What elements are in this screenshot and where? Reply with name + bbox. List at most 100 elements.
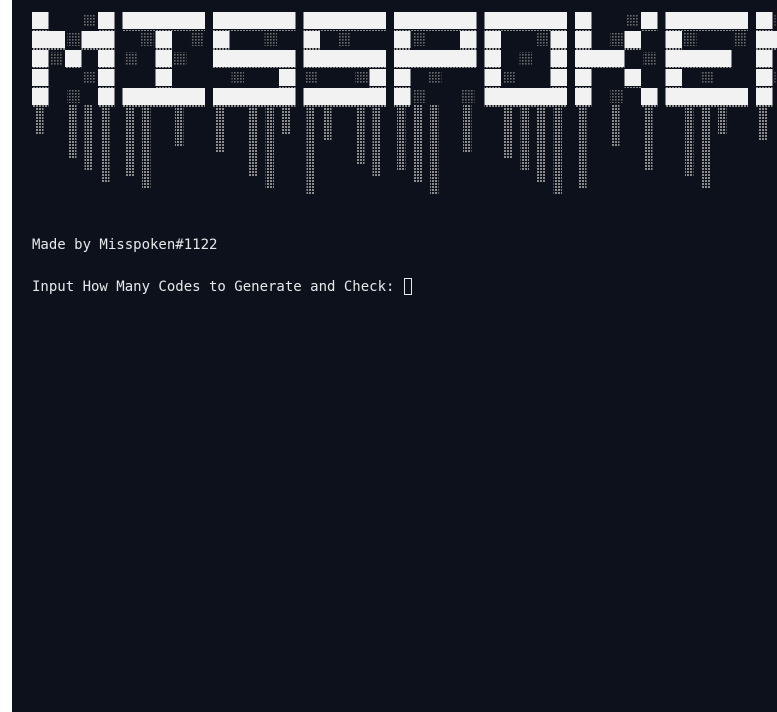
- banner-block: [756, 31, 773, 48]
- input-prompt-line[interactable]: Input How Many Codes to Generate and Che…: [32, 278, 412, 296]
- banner-block: [48, 31, 65, 48]
- banner-block: [756, 12, 773, 29]
- banner-block: [394, 69, 411, 86]
- banner-block: [591, 50, 608, 67]
- banner-drip: [644, 105, 653, 171]
- banner-block: [682, 88, 699, 105]
- banner-block: [303, 88, 320, 105]
- banner-block: [665, 31, 682, 48]
- banner-block: [665, 88, 682, 105]
- banner-drip: [265, 105, 274, 189]
- banner-shade: [305, 71, 318, 84]
- banner-block: [394, 12, 411, 29]
- banner-block: [641, 88, 658, 105]
- banner-block: [246, 88, 263, 105]
- banner-drip: [553, 105, 562, 195]
- banner-block: [229, 50, 246, 67]
- banner-shade: [174, 52, 187, 65]
- banner-drip: [35, 105, 44, 135]
- banner-block: [427, 12, 444, 29]
- banner-drip: [611, 105, 620, 147]
- banner-block: [155, 31, 172, 48]
- banner-shade: [643, 52, 656, 65]
- banner-block: [682, 50, 699, 67]
- banner-drip: [397, 105, 406, 171]
- banner-block: [575, 69, 592, 86]
- banner-drip: [463, 105, 472, 153]
- banner-block: [427, 50, 444, 67]
- banner-block: [534, 88, 551, 105]
- banner-block: [575, 50, 592, 67]
- banner-shade: [190, 33, 203, 46]
- banner-drip: [101, 105, 110, 183]
- banner-block: [575, 12, 592, 29]
- banner-block: [608, 50, 625, 67]
- banner-block: [534, 12, 551, 29]
- banner-drip: [520, 105, 529, 171]
- banner-drip: [142, 105, 151, 189]
- banner-shade: [264, 33, 277, 46]
- banner-block: [320, 12, 337, 29]
- banner-drip: [125, 105, 134, 177]
- banner-block: [731, 88, 748, 105]
- banner-block: [188, 12, 205, 29]
- banner-shade: [626, 14, 639, 27]
- banner-block: [443, 12, 460, 29]
- banner-drip: [323, 105, 332, 141]
- banner-block: [155, 69, 172, 86]
- banner-block: [756, 69, 773, 86]
- banner-block: [715, 12, 732, 29]
- banner-drip: [718, 105, 727, 135]
- banner-block: [32, 69, 49, 86]
- banner-drip: [175, 105, 184, 147]
- banner-block: [353, 88, 370, 105]
- banner-block: [501, 12, 518, 29]
- banner-block: [279, 12, 296, 29]
- banner-block: [155, 88, 172, 105]
- banner-block: [32, 31, 49, 48]
- banner-block: [624, 69, 641, 86]
- banner-block: [172, 12, 189, 29]
- banner-block: [172, 88, 189, 105]
- banner-block: [246, 12, 263, 29]
- banner-block: [32, 88, 49, 105]
- banner-block: [394, 88, 411, 105]
- credit-line: Made by Misspoken#1122: [32, 237, 218, 253]
- banner-drip: [685, 105, 694, 177]
- banner-shade: [733, 33, 746, 46]
- banner-block: [213, 12, 230, 29]
- banner-block: [122, 12, 139, 29]
- banner-block: [624, 31, 641, 48]
- banner-block: [122, 88, 139, 105]
- banner-block: [98, 31, 115, 48]
- banner-block: [715, 88, 732, 105]
- banner-block: [682, 12, 699, 29]
- banner-block: [353, 50, 370, 67]
- banner-block: [262, 88, 279, 105]
- banner-block: [641, 12, 658, 29]
- block-cursor-icon[interactable]: [403, 278, 412, 295]
- banner-block: [756, 50, 773, 67]
- banner-shade: [67, 90, 80, 103]
- banner-block: [262, 12, 279, 29]
- banner-block: [410, 12, 427, 29]
- terminal-window[interactable]: Made by Misspoken#1122 Input How Many Co…: [12, 0, 777, 712]
- banner-shade: [83, 14, 96, 27]
- banner-block: [32, 50, 49, 67]
- banner-block: [484, 12, 501, 29]
- banner-block: [229, 88, 246, 105]
- banner-block: [369, 12, 386, 29]
- banner-block: [336, 88, 353, 105]
- banner-drip: [356, 105, 365, 165]
- banner-block: [665, 69, 682, 86]
- banner-block: [575, 31, 592, 48]
- banner-block: [550, 50, 567, 67]
- banner-drip: [537, 105, 546, 183]
- banner-block: [155, 50, 172, 67]
- banner-block: [188, 88, 205, 105]
- banner-block: [443, 50, 460, 67]
- banner-drip: [306, 105, 315, 195]
- banner-block: [394, 31, 411, 48]
- banner-block: [460, 31, 477, 48]
- banner-block: [460, 12, 477, 29]
